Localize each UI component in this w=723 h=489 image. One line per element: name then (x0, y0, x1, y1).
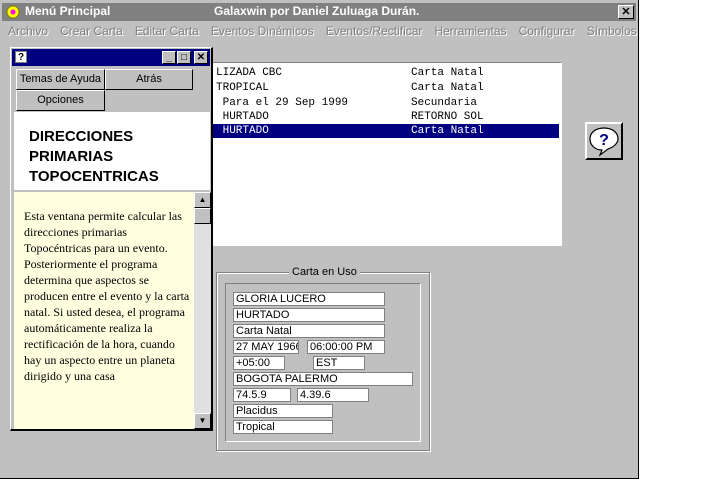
help-title-bar: ? _ □ ✕ (12, 49, 210, 66)
title-bar: Menú Principal Galaxwin por Daniel Zulua… (2, 3, 636, 21)
temas-de-ayuda-button[interactable]: Temas de Ayuda (16, 69, 105, 90)
group-title: Carta en Uso (289, 266, 360, 278)
longitud-field[interactable]: 74.5.9 (233, 388, 291, 402)
chart-type: Carta Natal (411, 82, 484, 94)
help-heading: DIRECCIONES PRIMARIAS TOPOCENTRICAS (29, 128, 159, 185)
window-title: Menú Principal (25, 4, 111, 18)
lugar-field[interactable]: BOGOTA PALERMO (233, 372, 413, 386)
menu-bar: Archivo Crear Carta Editar Carta Eventos… (8, 24, 646, 40)
apellido-field[interactable]: HURTADO (233, 308, 385, 322)
chart-type: Carta Natal (411, 67, 484, 79)
help-close-button[interactable]: ✕ (194, 51, 208, 64)
help-button[interactable]: ? (585, 122, 623, 160)
casas-field[interactable]: Placidus (233, 404, 333, 418)
zona-nombre-field[interactable]: EST (313, 356, 365, 370)
chart-name: TROPICAL (216, 82, 269, 94)
help-heading-area: DIRECCIONES PRIMARIAS TOPOCENTRICAS (14, 112, 210, 190)
chart-list[interactable]: LIZADA CBC Carta Natal TROPICAL Carta Na… (212, 62, 562, 246)
menu-crear-carta[interactable]: Crear Carta (60, 24, 123, 38)
zona-field[interactable]: +05:00 (233, 356, 285, 370)
carta-en-uso-panel: GLORIA LUCERO HURTADO Carta Natal 27 MAY… (225, 283, 421, 442)
scroll-up-button[interactable]: ▲ (194, 192, 211, 208)
window-subtitle: Galaxwin por Daniel Zuluaga Durán. (214, 4, 420, 18)
list-item[interactable]: LIZADA CBC Carta Natal (213, 66, 559, 80)
nombre-field[interactable]: GLORIA LUCERO (233, 292, 385, 306)
scroll-down-button[interactable]: ▼ (194, 413, 211, 429)
menu-simbolos[interactable]: Símbolos (587, 24, 637, 38)
list-item[interactable]: HURTADO RETORNO SOL (213, 110, 559, 124)
tipo-field[interactable]: Carta Natal (233, 324, 385, 338)
menu-eventos-dinamicos[interactable]: Eventos Dinámicos (211, 24, 314, 38)
menu-configurar[interactable]: Configurar (519, 24, 575, 38)
minimize-button[interactable]: _ (162, 51, 176, 64)
app-icon (6, 5, 20, 19)
opciones-button[interactable]: Opciones (16, 90, 105, 111)
chart-type: RETORNO SOL (411, 111, 484, 123)
chart-name: HURTADO (216, 125, 269, 137)
chart-name: LIZADA CBC (216, 67, 283, 79)
hora-field[interactable]: 06:00:00 PM (307, 340, 385, 354)
close-button[interactable]: ✕ (618, 5, 634, 19)
menu-editar-carta[interactable]: Editar Carta (135, 24, 199, 38)
fecha-field[interactable]: 27 MAY 1966 (233, 340, 299, 354)
help-scrollbar[interactable]: ▲ ▼ (194, 192, 211, 429)
latitud-field[interactable]: 4.39.6 (297, 388, 369, 402)
help-body-text: Esta ventana permite calcular las direcc… (24, 209, 190, 383)
help-window: ? _ □ ✕ Temas de Ayuda Atrás Opciones DI… (10, 47, 213, 431)
zodiaco-field[interactable]: Tropical (233, 420, 333, 434)
list-item[interactable]: Para el 29 Sep 1999 Secundaria (213, 96, 559, 110)
menu-archivo[interactable]: Archivo (8, 24, 48, 38)
chart-type: Secundaria (411, 97, 478, 109)
list-item-selected[interactable]: HURTADO Carta Natal (213, 124, 559, 138)
list-item[interactable]: TROPICAL Carta Natal (213, 81, 559, 95)
help-glyph: ? (599, 132, 609, 149)
atras-button[interactable]: Atrás (105, 69, 193, 90)
maximize-button[interactable]: □ (177, 51, 191, 64)
menu-herramientas[interactable]: Herramientas (434, 24, 506, 38)
chart-name: Para el 29 Sep 1999 (216, 97, 349, 109)
chart-name: HURTADO (216, 111, 269, 123)
scroll-thumb[interactable] (194, 208, 211, 224)
help-body: Esta ventana permite calcular las direcc… (14, 192, 194, 429)
chart-type: Carta Natal (411, 125, 484, 137)
help-bubble-icon: ? (589, 127, 619, 157)
help-system-icon[interactable]: ? (15, 51, 27, 63)
carta-en-uso-group: Carta en Uso GLORIA LUCERO HURTADO Carta… (216, 266, 430, 451)
menu-eventos-rectificar[interactable]: Eventos/Rectificar (326, 24, 423, 38)
